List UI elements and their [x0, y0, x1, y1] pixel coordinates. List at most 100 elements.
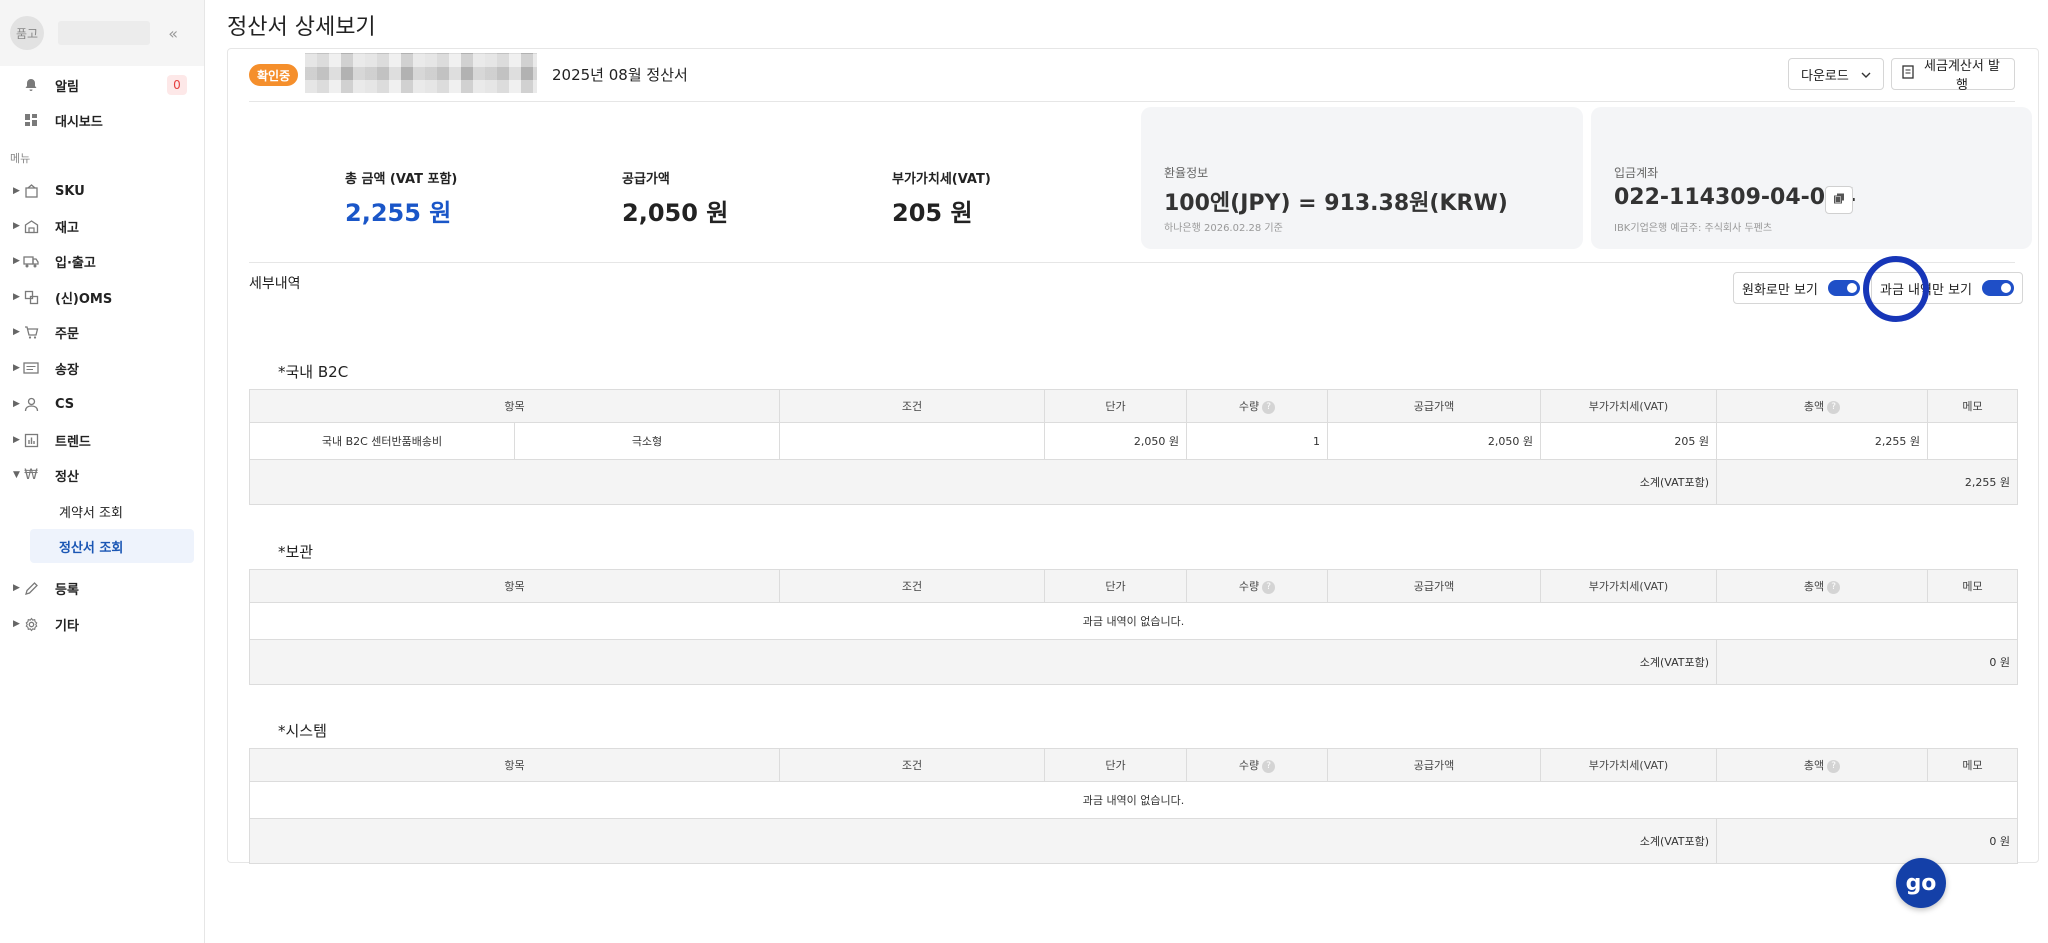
col-header-condition: 조건: [779, 748, 1045, 782]
sidebar-item-inbound-outbound[interactable]: ▶ 입·출고: [0, 244, 205, 278]
tax-invoice-label: 세금계산서 발행: [1924, 59, 2000, 93]
box-icon: [23, 183, 39, 199]
caret-right-icon: ▶: [13, 221, 20, 231]
sidebar-item-inventory[interactable]: ▶ 재고: [0, 209, 205, 243]
copy-account-button[interactable]: [1825, 186, 1853, 214]
sidebar-item-oms[interactable]: ▶ (신)OMS: [0, 280, 205, 314]
caret-right-icon: ▶: [13, 619, 20, 629]
col-header-quantity: 수량?: [1186, 389, 1328, 423]
download-dropdown-button[interactable]: 다운로드: [1788, 58, 1884, 90]
col-header-memo: 메모: [1927, 389, 2018, 423]
help-icon[interactable]: ?: [1827, 400, 1841, 414]
table-header-row: 항목 조건 단가 수량? 공급가액 부가가치세(VAT) 총액? 메모: [249, 389, 2018, 423]
caret-right-icon: ▶: [13, 583, 20, 593]
sidebar-item-dashboard[interactable]: 대시보드: [0, 103, 205, 137]
highlight-circle: [1863, 256, 1929, 322]
sidebar: 품고 « 알림 0 대시보드 메뉴 ▶ SKU ▶ 재고 ▶ 입·출고 ▶ (신…: [0, 0, 205, 943]
col-header-item: 항목: [249, 748, 780, 782]
cell-unit-price: 2,050 원: [1044, 422, 1187, 460]
sidebar-item-sku[interactable]: ▶ SKU: [0, 174, 205, 208]
caret-down-icon: ▼: [13, 470, 20, 480]
cell-vat: 205 원: [1540, 422, 1717, 460]
oms-icon: [23, 289, 39, 305]
cell-quantity: 1: [1186, 422, 1328, 460]
col-header-quantity: 수량?: [1186, 748, 1328, 782]
storage-table: 항목 조건 단가 수량? 공급가액 부가가치세(VAT) 총액? 메모 과금 내…: [249, 569, 2018, 685]
exchange-rate-note: 하나은행 2026.02.28 기준: [1164, 223, 1283, 234]
sidebar-item-orders[interactable]: ▶ 주문: [0, 315, 205, 349]
col-header-vat: 부가가치세(VAT): [1540, 389, 1717, 423]
subtotal-label: 소계(VAT포함): [249, 459, 1717, 505]
group-title-domestic-b2c: *국내 B2C: [278, 363, 349, 381]
sidebar-item-notifications[interactable]: 알림 0: [0, 68, 205, 102]
vat-amount-value: 205 원: [892, 199, 973, 227]
download-label: 다운로드: [1801, 68, 1849, 84]
collapse-sidebar-icon[interactable]: «: [168, 24, 178, 43]
col-header-total: 총액?: [1716, 748, 1928, 782]
dashboard-icon: [23, 112, 39, 128]
help-icon[interactable]: ?: [1262, 759, 1276, 773]
sidebar-item-label: 주문: [55, 326, 79, 342]
cell-item-sub: 극소형: [514, 422, 780, 460]
col-header-memo: 메모: [1927, 569, 2018, 603]
deposit-account-number: 022-114309-04-014: [1614, 185, 1856, 210]
sidebar-item-cs[interactable]: ▶ CS: [0, 387, 205, 421]
subtotal-row: 소계(VAT포함) 2,255 원: [249, 459, 2018, 505]
help-icon[interactable]: ?: [1827, 759, 1841, 773]
supply-amount-value: 2,050 원: [622, 199, 729, 227]
col-header-quantity-label: 수량: [1238, 400, 1260, 413]
sidebar-item-label: 트렌드: [55, 434, 91, 450]
help-icon[interactable]: ?: [1262, 400, 1276, 414]
company-name-redacted: [305, 53, 537, 93]
caret-right-icon: ▶: [13, 292, 20, 302]
details-section-label: 세부내역: [249, 276, 301, 292]
caret-right-icon: ▶: [13, 399, 20, 409]
sidebar-item-waybill[interactable]: ▶ 송장: [0, 351, 205, 385]
subtotal-row: 소계(VAT포함) 0 원: [249, 818, 2018, 864]
caret-right-icon: ▶: [13, 363, 20, 373]
exchange-rate-label: 환율정보: [1164, 166, 1209, 180]
subtotal-value: 0 원: [1716, 818, 2018, 864]
chat-support-button[interactable]: go: [1896, 858, 1946, 908]
toggle-krw-only[interactable]: 원화로만 보기: [1733, 272, 1869, 304]
empty-row: 과금 내역이 없습니다.: [249, 781, 2018, 819]
warehouse-icon: [23, 218, 39, 234]
sidebar-item-register[interactable]: ▶ 등록: [0, 571, 205, 605]
supply-amount: 공급가액 2,050 원: [622, 168, 728, 228]
help-icon[interactable]: ?: [1827, 580, 1841, 594]
help-icon[interactable]: ?: [1262, 580, 1276, 594]
col-header-item: 항목: [249, 389, 780, 423]
menu-heading: 메뉴: [10, 152, 31, 165]
caret-right-icon: ▶: [13, 256, 20, 266]
col-header-unit-price: 단가: [1044, 389, 1187, 423]
issue-tax-invoice-button[interactable]: 세금계산서 발행: [1891, 58, 2015, 93]
supply-amount-label: 공급가액: [622, 172, 670, 187]
won-icon: ₩: [24, 467, 38, 483]
sidebar-item-label: 알림: [55, 79, 79, 95]
receipt-icon: [1902, 65, 1914, 83]
col-header-unit-price: 단가: [1044, 748, 1187, 782]
caret-right-icon: ▶: [13, 435, 20, 445]
subtotal-label: 소계(VAT포함): [249, 818, 1717, 864]
sidebar-item-trend[interactable]: ▶ 트렌드: [0, 423, 205, 457]
avatar[interactable]: 품고: [10, 16, 44, 50]
col-header-supply: 공급가액: [1327, 748, 1541, 782]
chevron-down-icon: [1861, 67, 1871, 82]
deposit-account-note: IBK기업은행 예금주: 주식회사 두펜츠: [1614, 223, 1773, 234]
statement-period: 2025년 08월 정산서: [552, 66, 688, 84]
sidebar-item-settlement[interactable]: ▼ ₩ 정산: [0, 458, 205, 492]
toggle-switch[interactable]: [1982, 280, 2014, 296]
sidebar-item-etc[interactable]: ▶ 기타: [0, 607, 205, 641]
notification-count-badge: 0: [167, 75, 187, 95]
table-header-row: 항목 조건 단가 수량? 공급가액 부가가치세(VAT) 총액? 메모: [249, 569, 2018, 603]
domestic-b2c-table: 항목 조건 단가 수량? 공급가액 부가가치세(VAT) 총액? 메모 국내 B…: [249, 389, 2018, 505]
group-title-system: *시스템: [278, 722, 327, 740]
empty-message: 과금 내역이 없습니다.: [249, 602, 2018, 640]
col-header-supply: 공급가액: [1327, 389, 1541, 423]
toggle-switch[interactable]: [1827, 280, 1860, 296]
total-amount-label: 총 금액 (VAT 포함): [345, 172, 458, 187]
sidebar-subitem-contract[interactable]: 계약서 조회: [30, 494, 194, 528]
col-header-total: 총액?: [1716, 569, 1928, 603]
header-divider: [249, 101, 2015, 102]
sidebar-subitem-statement[interactable]: 정산서 조회: [30, 529, 194, 563]
